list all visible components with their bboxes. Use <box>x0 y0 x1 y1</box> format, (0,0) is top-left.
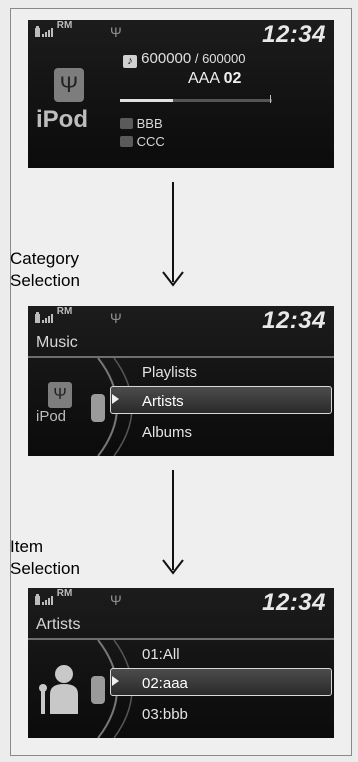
list-item[interactable]: 03:bbb <box>142 706 188 723</box>
rm-indicator: RM <box>56 306 73 317</box>
selection-pointer-icon <box>112 394 119 404</box>
album-name: BBB <box>136 116 163 131</box>
screen-title: Music <box>36 334 78 351</box>
clock: 12:34 <box>262 307 326 334</box>
down-arrow-icon <box>162 182 184 287</box>
track-separator: / <box>191 51 203 66</box>
status-bar: RM Ψ 12:34 <box>28 306 334 336</box>
album-line: BBB <box>120 116 163 131</box>
song-title-text: AAA <box>188 70 220 87</box>
usb-icon: Ψ <box>110 592 122 608</box>
selection-pointer-icon <box>112 676 119 686</box>
music-note-icon: ♪ <box>123 55 137 68</box>
album-icon <box>120 118 133 129</box>
step-label-category: Category Selection <box>10 248 80 292</box>
usb-icon: Ψ <box>110 24 122 40</box>
list-item[interactable]: 01:All <box>142 646 180 663</box>
step-label-category-line1: Category <box>10 249 79 268</box>
status-indicators: RM <box>34 20 72 38</box>
artist-person-icon <box>39 665 78 714</box>
battery-signal-icon <box>35 594 53 605</box>
status-bar: RM Ψ 12:34 <box>28 588 334 618</box>
battery-signal-icon <box>35 26 53 37</box>
usb-badge-icon: Ψ <box>54 68 84 102</box>
step-label-item: Item Selection <box>10 536 80 580</box>
track-counter: ♪ 600000 / 600000 <box>123 50 245 68</box>
artists-list-screen: RM Ψ 12:34 Artists 01:All 02:aaa 03:bbb <box>28 588 334 738</box>
progress-end-tick <box>270 95 271 103</box>
list-item[interactable]: Artists <box>142 393 184 410</box>
status-bar: RM Ψ 12:34 <box>28 20 334 50</box>
progress-bar <box>120 99 272 102</box>
list-item[interactable]: Albums <box>142 424 192 441</box>
ipod-label: iPod <box>36 408 67 425</box>
status-indicators: RM <box>34 588 72 606</box>
song-number: 02 <box>223 70 242 87</box>
ipod-source-art: Ψ iPod <box>36 382 86 432</box>
clock: 12:34 <box>262 21 326 48</box>
rm-indicator: RM <box>56 20 73 31</box>
ipod-source-art: Ψ iPod <box>34 60 110 140</box>
screen-title: Artists <box>36 616 81 633</box>
usb-icon: Ψ <box>110 310 122 326</box>
status-indicators: RM <box>34 306 72 324</box>
list-item[interactable]: 02:aaa <box>142 675 188 692</box>
clock: 12:34 <box>262 589 326 616</box>
artist-name: CCC <box>136 134 165 149</box>
ipod-label: iPod <box>36 106 88 133</box>
list-item[interactable]: Playlists <box>142 364 197 381</box>
battery-signal-icon <box>35 312 53 323</box>
artist-line: CCC <box>120 134 165 149</box>
step-label-item-line1: Item <box>10 537 44 556</box>
now-playing-screen: RM Ψ 12:34 ♪ 600000 / 600000 AAA 02 Ψ iP… <box>28 20 334 168</box>
rm-indicator: RM <box>56 588 73 599</box>
usb-badge-icon: Ψ <box>48 382 72 408</box>
progress-fill <box>120 99 174 102</box>
music-category-screen: RM Ψ 12:34 Music Ψ iPod Playlists Artist… <box>28 306 334 456</box>
step-label-item-line2: Selection <box>10 559 80 578</box>
step-label-category-line2: Selection <box>10 271 80 290</box>
down-arrow-icon <box>162 470 184 575</box>
track-total: 600000 <box>202 51 246 66</box>
artist-icon <box>120 136 133 147</box>
track-number: 600000 <box>141 50 192 67</box>
song-title: AAA 02 <box>188 70 241 88</box>
